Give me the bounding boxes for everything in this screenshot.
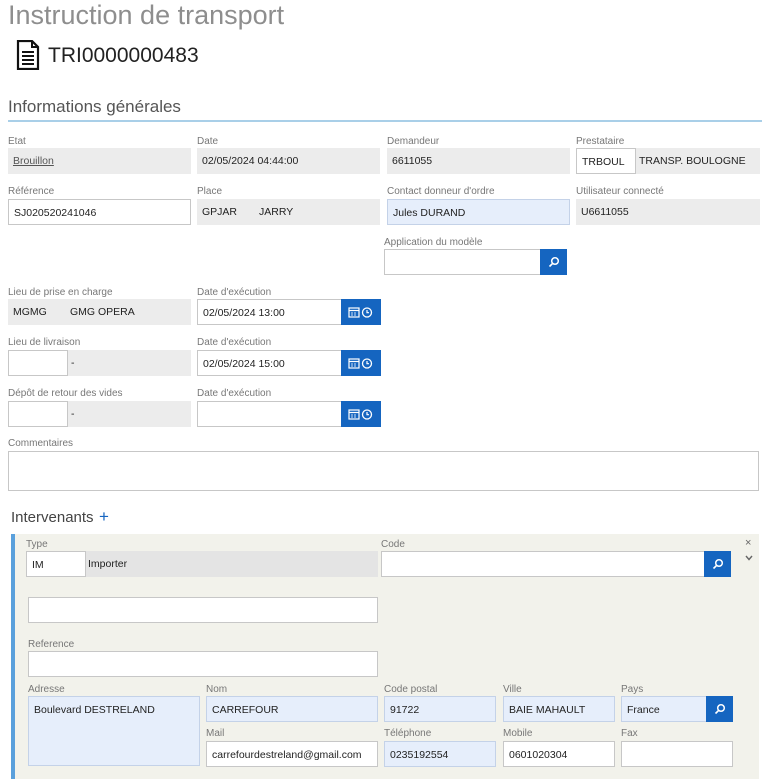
prise-name: GMG OPERA	[70, 306, 135, 318]
code-label: Code	[381, 539, 405, 550]
utilisateur-label: Utilisateur connecté	[576, 186, 664, 197]
place-name: JARRY	[259, 206, 294, 218]
mail-input[interactable]: carrefourdestreland@gmail.com	[206, 741, 378, 767]
date-field: 02/05/2024 04:44:00	[197, 148, 380, 174]
section-divider	[8, 120, 762, 122]
collapse-intervenant-button[interactable]	[745, 553, 753, 564]
place-code: GPJAR	[202, 206, 238, 218]
nom-input[interactable]: CARREFOUR	[206, 696, 378, 722]
prise-datetime-picker-button[interactable]	[341, 299, 381, 325]
prise-date-input[interactable]: 02/05/2024 13:00	[197, 299, 342, 325]
fax-input[interactable]	[621, 741, 733, 767]
search-icon	[714, 703, 725, 715]
search-icon	[712, 558, 723, 570]
intervenants-title: Intervenants	[11, 509, 94, 526]
depot-date-label: Date d'exécution	[197, 388, 272, 399]
adresse-label: Adresse	[28, 684, 65, 695]
pays-input[interactable]: France	[621, 696, 707, 722]
mobile-input[interactable]: 0601020304	[503, 741, 615, 767]
prise-date-label: Date d'exécution	[197, 287, 272, 298]
calendar-clock-icon	[348, 409, 373, 420]
prise-label: Lieu de prise en charge	[8, 287, 113, 298]
date-label: Date	[197, 136, 219, 147]
mail-label: Mail	[206, 728, 225, 739]
ville-input[interactable]: BAIE MAHAULT	[503, 696, 615, 722]
livraison-date-input[interactable]: 02/05/2024 15:00	[197, 350, 342, 376]
commentaires-label: Commentaires	[8, 438, 74, 449]
place-label: Place	[197, 186, 223, 197]
prise-code[interactable]: MGMG	[8, 299, 68, 325]
nom-label: Nom	[206, 684, 228, 695]
chevron-down-icon	[745, 555, 753, 561]
adresse-textarea[interactable]: Boulevard DESTRELAND	[28, 696, 200, 766]
add-intervenant-button[interactable]: +	[99, 507, 109, 527]
code-postal-label: Code postal	[384, 684, 438, 695]
document-id: TRI0000000483	[48, 44, 199, 67]
calendar-clock-icon	[348, 358, 373, 369]
type-label: Type	[26, 539, 48, 550]
depot-date-input[interactable]	[197, 401, 342, 427]
livraison-code-input[interactable]	[8, 350, 68, 376]
code-input[interactable]	[381, 551, 705, 577]
etat-link[interactable]: Brouillon	[13, 155, 54, 167]
depot-name: -	[71, 408, 75, 420]
livraison-date-label: Date d'exécution	[197, 337, 272, 348]
livraison-name: -	[71, 357, 75, 369]
etat-label: Etat	[8, 136, 26, 147]
prestataire-name: TRANSP. BOULOGNE	[639, 155, 746, 167]
application-label: Application du modèle	[384, 237, 483, 248]
search-icon	[548, 256, 559, 268]
intervenant-reference-input[interactable]	[28, 651, 378, 677]
contact-label: Contact donneur d'ordre	[387, 186, 495, 197]
pays-search-button[interactable]	[706, 696, 733, 722]
intervenant-name-input[interactable]	[28, 597, 378, 623]
calendar-clock-icon	[348, 307, 373, 318]
prestataire-label: Prestataire	[576, 136, 625, 147]
document-icon	[16, 40, 40, 70]
depot-code-input[interactable]	[8, 401, 68, 427]
telephone-label: Téléphone	[384, 728, 432, 739]
type-code-input[interactable]: IM	[26, 551, 86, 577]
ville-label: Ville	[503, 684, 522, 695]
reference-input[interactable]: SJ020520241046	[8, 199, 191, 225]
mobile-label: Mobile	[503, 728, 533, 739]
prestataire-code-input[interactable]: TRBOUL	[576, 148, 636, 174]
reference-label: Référence	[8, 186, 55, 197]
intervenant-reference-label: Reference	[28, 639, 75, 650]
depot-label: Dépôt de retour des vides	[8, 388, 123, 399]
pays-label: Pays	[621, 684, 644, 695]
demandeur-label: Demandeur	[387, 136, 440, 147]
commentaires-textarea[interactable]	[8, 451, 759, 491]
page-title: Instruction de transport	[8, 0, 285, 30]
code-postal-input[interactable]: 91722	[384, 696, 496, 722]
remove-intervenant-button[interactable]: ×	[745, 537, 751, 549]
fax-label: Fax	[621, 728, 638, 739]
code-search-button[interactable]	[704, 551, 731, 577]
etat-field: Brouillon	[8, 148, 191, 174]
contact-input[interactable]: Jules DURAND	[387, 199, 570, 225]
demandeur-field: 6611055	[387, 148, 570, 174]
livraison-label: Lieu de livraison	[8, 337, 81, 348]
section-title-general: Informations générales	[8, 97, 181, 116]
telephone-input[interactable]: 0235192554	[384, 741, 496, 767]
application-search-button[interactable]	[540, 249, 567, 275]
utilisateur-field: U6611055	[576, 199, 760, 225]
type-name: Importer	[88, 558, 128, 570]
depot-datetime-picker-button[interactable]	[341, 401, 381, 427]
livraison-datetime-picker-button[interactable]	[341, 350, 381, 376]
application-input[interactable]	[384, 249, 541, 275]
